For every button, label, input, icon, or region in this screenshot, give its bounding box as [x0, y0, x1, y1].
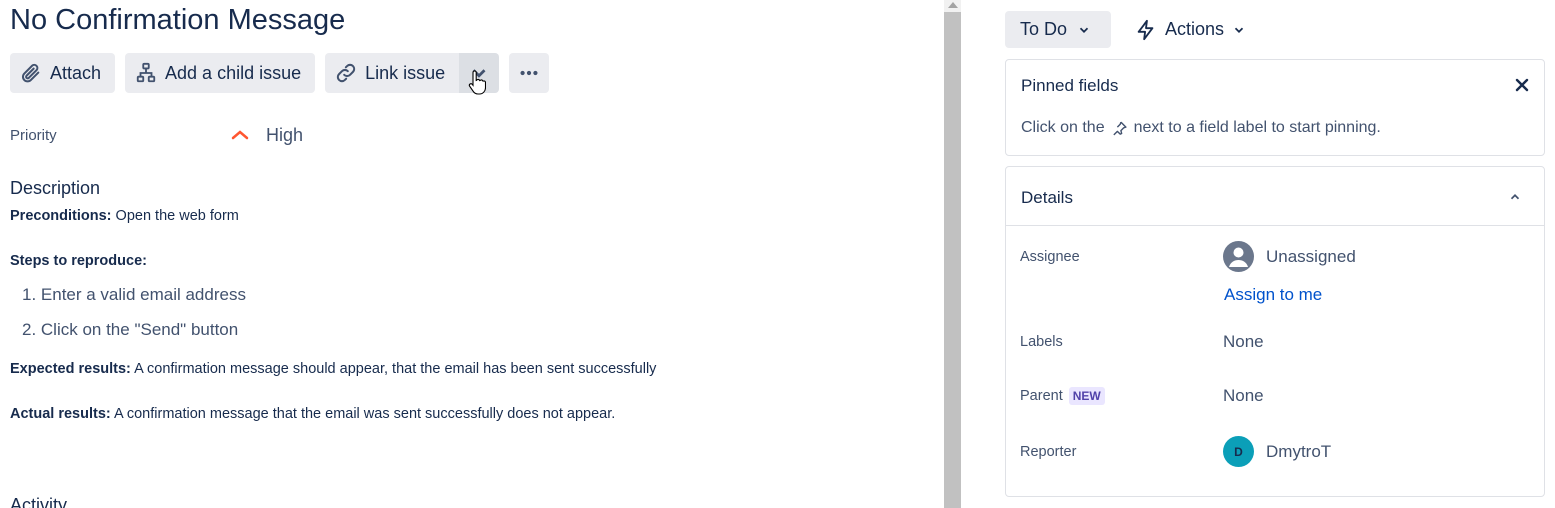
issue-main-panel: No Confirmation Message Attach Add a chi… [0, 0, 944, 508]
description-heading: Description [10, 178, 101, 198]
issue-side-panel: To Do Actions Pinned fields Click on the… [1005, 0, 1545, 508]
actions-dropdown-button[interactable]: Actions [1135, 11, 1246, 48]
chevron-up-icon[interactable] [1508, 190, 1522, 204]
add-child-issue-label: Add a child issue [165, 62, 302, 83]
reporter-label: Reporter [1020, 443, 1077, 460]
assignee-row: Assignee Unassigned [1020, 241, 1530, 272]
assign-to-me-link[interactable]: Assign to me [1224, 285, 1322, 305]
preconditions-label: Preconditions: [10, 208, 112, 224]
chevron-down-icon [1079, 27, 1089, 33]
reporter-value: DmytroT [1266, 441, 1332, 461]
pin-icon [1112, 121, 1127, 135]
assignee-value-wrap[interactable]: Unassigned [1223, 241, 1356, 272]
chevron-down-icon [1234, 27, 1244, 33]
link-issue-button[interactable]: Link issue [325, 53, 460, 93]
expected-label: Expected results: [10, 361, 131, 377]
assignee-value: Unassigned [1266, 246, 1356, 266]
parent-label-wrap: Parent NEW [1020, 386, 1223, 406]
steps-heading: Steps to reproduce: [10, 251, 910, 271]
preconditions-line: Preconditions: Open the web form [10, 206, 910, 226]
details-header[interactable]: Details [1006, 167, 1544, 226]
paperclip-icon [21, 63, 40, 83]
expected-results-line: Expected results: A confirmation message… [10, 359, 910, 379]
actual-text: A confirmation message that the email wa… [110, 406, 616, 422]
labels-label: Labels [1020, 334, 1063, 350]
steps-list: 1. Enter a valid email address 2. Click … [22, 277, 910, 347]
assignee-label: Assignee [1020, 248, 1080, 265]
more-actions-button[interactable] [509, 53, 550, 93]
reporter-value-wrap[interactable]: D DmytroT [1223, 436, 1331, 467]
expected-text: A confirmation message should appear, th… [130, 361, 657, 377]
pinned-fields-panel: Pinned fields Click on the next to a fie… [1005, 59, 1545, 156]
actual-label: Actual results: [10, 406, 111, 422]
add-child-issue-button[interactable]: Add a child issue [125, 53, 316, 93]
priority-value[interactable]: High [266, 125, 303, 146]
description-body[interactable]: Preconditions: Open the web form Steps t… [10, 206, 910, 424]
link-icon [336, 63, 356, 83]
lightning-icon [1137, 19, 1154, 40]
pinned-hint-after: next to a field label to start pinning. [1133, 119, 1381, 136]
more-horizontal-icon [520, 70, 538, 76]
user-icon [1229, 247, 1248, 267]
hierarchy-icon [136, 62, 156, 83]
status-dropdown-button[interactable]: To Do [1005, 11, 1111, 48]
actions-label: Actions [1165, 19, 1225, 39]
hand-cursor-icon [468, 70, 486, 95]
preconditions-text: Open the web form [111, 208, 239, 224]
avatar: D [1223, 436, 1254, 467]
activity-heading: Activity [10, 495, 68, 508]
parent-label: Parent [1020, 388, 1063, 404]
main-scrollbar[interactable] [944, 0, 961, 508]
details-title: Details [1021, 188, 1073, 207]
pinned-hint-before: Click on the [1021, 119, 1105, 136]
priority-field: Priority High [10, 121, 610, 149]
scroll-thumb[interactable] [944, 12, 961, 508]
priority-high-icon [231, 130, 249, 140]
parent-value[interactable]: None [1223, 386, 1264, 406]
labels-row: Labels None [1020, 332, 1530, 352]
list-item: 2. Click on the "Send" button [22, 320, 239, 339]
scroll-up-arrow-icon[interactable] [948, 2, 958, 8]
avatar [1223, 241, 1254, 272]
parent-row: Parent NEW None [1020, 386, 1530, 406]
status-label: To Do [1020, 19, 1068, 39]
actual-results-line: Actual results: A confirmation message t… [10, 404, 910, 424]
attach-label: Attach [50, 62, 102, 83]
issue-title[interactable]: No Confirmation Message [10, 4, 345, 37]
link-issue-label: Link issue [365, 62, 446, 83]
pinned-fields-title: Pinned fields [1021, 76, 1119, 95]
list-item: 1. Enter a valid email address [22, 285, 246, 304]
labels-value[interactable]: None [1223, 332, 1264, 352]
attach-button[interactable]: Attach [10, 53, 116, 93]
close-icon[interactable] [1514, 77, 1530, 93]
priority-label: Priority [10, 126, 57, 144]
pinned-fields-hint: Click on the next to a field label to st… [1021, 119, 1381, 137]
new-badge: NEW [1068, 387, 1105, 405]
steps-label: Steps to reproduce: [10, 253, 147, 269]
reporter-row: Reporter D DmytroT [1020, 436, 1530, 467]
